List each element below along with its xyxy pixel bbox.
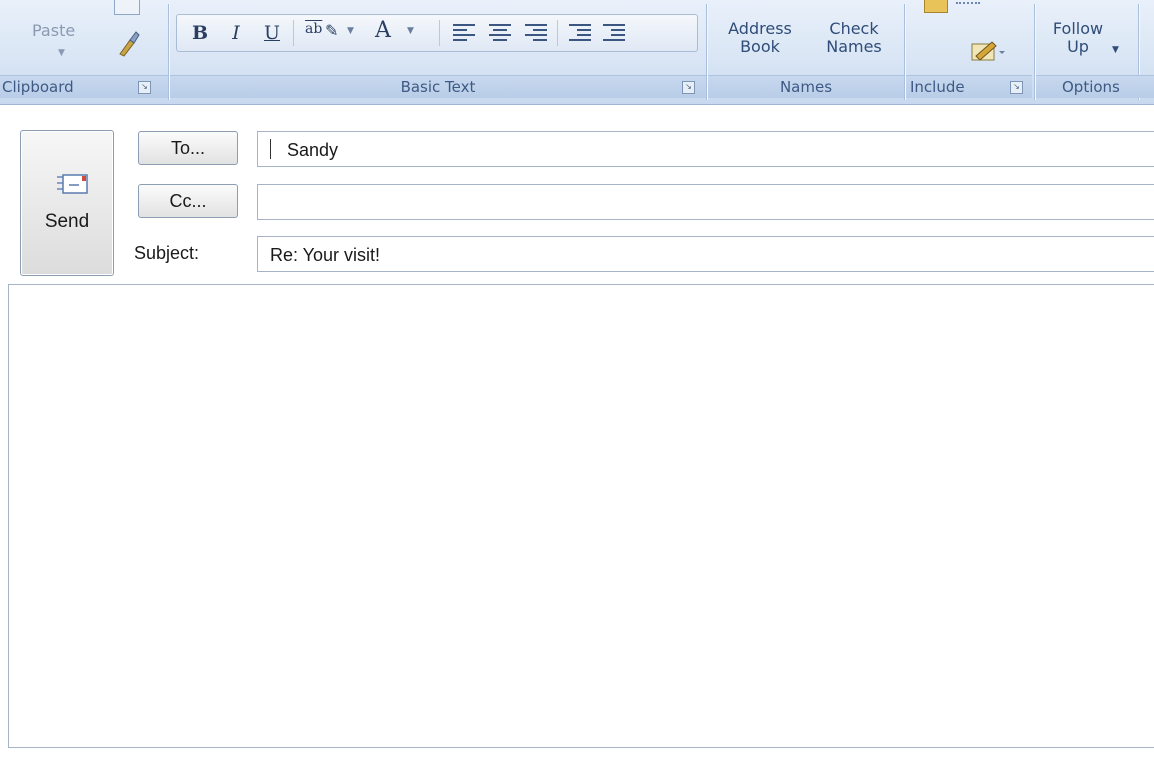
font-color-dropdown-icon: ▼: [407, 26, 414, 36]
toolbar-separator: [557, 20, 558, 46]
increase-indent-icon[interactable]: [603, 23, 625, 43]
highlight-button[interactable]: ab ✎ ▼: [299, 19, 361, 47]
format-painter-icon[interactable]: [112, 28, 142, 58]
basic-text-dialog-launcher-icon[interactable]: ↘: [682, 81, 695, 94]
toolbar-separator: [439, 20, 440, 46]
ribbon-separator: [1034, 4, 1035, 100]
align-right-icon[interactable]: [525, 23, 547, 43]
ribbon-separator: [904, 4, 905, 100]
follow-up-button[interactable]: Follow Up: [1048, 20, 1108, 56]
names-group-label: Names: [708, 75, 904, 98]
cut-icon[interactable]: [114, 0, 140, 15]
paste-button[interactable]: Paste ▼: [26, 0, 96, 70]
align-center-icon[interactable]: [489, 23, 511, 43]
message-body[interactable]: [8, 284, 1154, 748]
text-cursor: [270, 139, 271, 159]
decrease-indent-icon[interactable]: [569, 23, 591, 43]
include-dialog-launcher-icon[interactable]: ↘: [1010, 81, 1023, 94]
underline-button[interactable]: U: [259, 19, 285, 47]
formatting-toolbar: B I U ab ✎ ▼ A ▼: [176, 14, 698, 52]
paste-dropdown-icon: ▼: [58, 48, 65, 58]
to-field-value: Sandy: [287, 140, 339, 160]
clipboard-group: Paste ▼ Clipboard ↘: [0, 0, 168, 102]
font-color-label: A: [375, 18, 391, 43]
check-names-button[interactable]: Check Names: [812, 20, 896, 56]
subject-label: Subject:: [134, 243, 200, 263]
include-group: Include ↘: [906, 0, 1032, 102]
highlighter-icon: ✎: [325, 21, 339, 40]
options-group: Follow Up ▼ Options: [1036, 0, 1154, 102]
highlight-label: ab: [305, 21, 323, 37]
ribbon-separator: [168, 4, 169, 100]
toolbar-separator: [293, 20, 294, 46]
options-group-label: Options: [1036, 75, 1154, 98]
signature-icon[interactable]: [970, 38, 1006, 62]
ribbon: Paste ▼ Clipboard ↘ Basic Text ↘ B I U a…: [0, 0, 1154, 105]
clipboard-dialog-launcher-icon[interactable]: ↘: [138, 81, 151, 94]
cc-button[interactable]: Cc...: [138, 184, 238, 218]
names-group: Address Book Check Names Names: [708, 0, 904, 102]
align-left-icon[interactable]: [453, 23, 475, 43]
italic-button[interactable]: I: [223, 19, 249, 47]
basic-text-group-label: Basic Text: [170, 75, 706, 98]
ribbon-separator: [706, 4, 707, 100]
font-color-button[interactable]: A ▼: [367, 18, 429, 47]
highlight-dropdown-icon: ▼: [347, 26, 354, 36]
attach-file-icon[interactable]: [924, 0, 948, 13]
bold-button[interactable]: B: [187, 19, 213, 47]
paste-label: Paste: [32, 21, 76, 40]
to-button[interactable]: To...: [138, 131, 238, 165]
send-envelope-icon: [57, 171, 91, 199]
to-field[interactable]: Sandy: [257, 131, 1154, 167]
attach-item-icon[interactable]: [956, 2, 980, 10]
send-button[interactable]: Send: [20, 130, 114, 276]
send-label: Send: [44, 211, 90, 232]
subject-field[interactable]: Re: Your visit!: [257, 236, 1154, 272]
cc-field[interactable]: [257, 184, 1154, 220]
follow-up-dropdown-icon: ▼: [1112, 45, 1119, 55]
subject-field-value: Re: Your visit!: [270, 245, 381, 265]
address-book-button[interactable]: Address Book: [718, 20, 802, 56]
